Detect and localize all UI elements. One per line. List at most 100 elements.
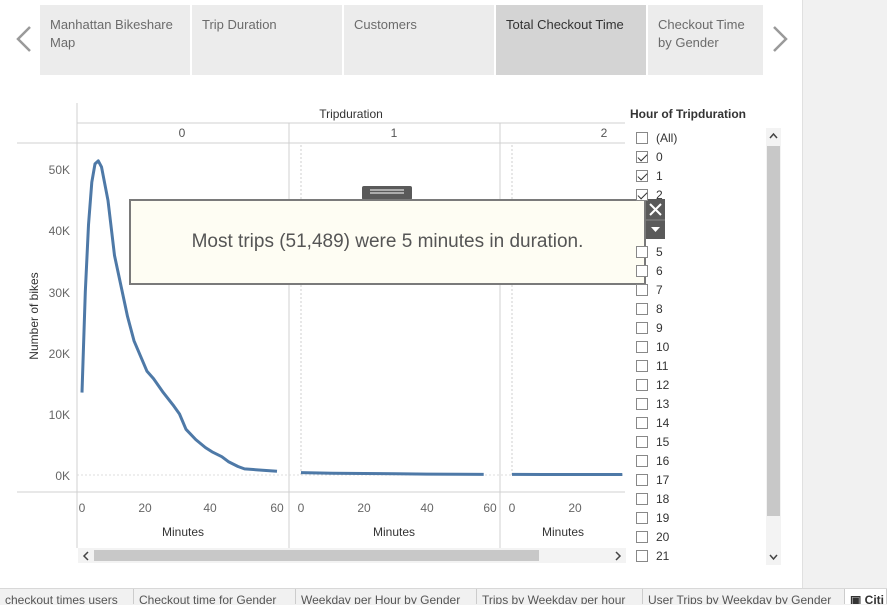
checkbox-unchecked[interactable] xyxy=(636,322,648,334)
filter-item-label: 15 xyxy=(656,435,669,449)
x-tick: 60 xyxy=(483,501,497,515)
story-tab-label: Checkout Time by Gender xyxy=(658,17,745,50)
filter-item-label: 17 xyxy=(656,473,669,487)
filter-item[interactable]: 19 xyxy=(636,508,669,527)
filter-item-label: 21 xyxy=(656,549,669,563)
checkbox-checked[interactable] xyxy=(636,151,648,163)
filter-scroll-thumb[interactable] xyxy=(767,146,780,516)
chevron-right-icon xyxy=(767,18,795,58)
x-tick: 0 xyxy=(79,501,86,515)
story-next-button[interactable] xyxy=(767,18,795,58)
pane-label-2: 2 xyxy=(601,126,608,140)
filter-item[interactable]: 5 xyxy=(636,242,663,261)
right-side-panel xyxy=(802,0,887,588)
checkbox-unchecked[interactable] xyxy=(636,341,648,353)
sheet-tab[interactable]: User Trips by Weekday by Gender xyxy=(643,589,845,604)
checkbox-unchecked[interactable] xyxy=(636,493,648,505)
annotation-controls xyxy=(646,199,665,239)
filter-item-label: 2 xyxy=(656,188,663,202)
checkbox-unchecked[interactable] xyxy=(636,531,648,543)
filter-item-label: 20 xyxy=(656,530,669,544)
checkbox-unchecked[interactable] xyxy=(636,265,648,277)
filter-item[interactable]: 10 xyxy=(636,337,669,356)
filter-item[interactable]: 11 xyxy=(636,356,668,375)
dropdown-arrow-icon[interactable] xyxy=(651,227,660,232)
filter-item[interactable]: 15 xyxy=(636,432,669,451)
scroll-right-icon[interactable] xyxy=(611,549,625,563)
filter-item-label: 14 xyxy=(656,416,669,430)
y-tick-0k: 0K xyxy=(55,469,70,483)
annotation-text: Most trips (51,489) were 5 minutes in du… xyxy=(129,231,646,253)
x-tick: 0 xyxy=(509,501,516,515)
checkbox-unchecked[interactable] xyxy=(636,417,648,429)
close-icon[interactable] xyxy=(650,204,661,215)
filter-item[interactable]: 18 xyxy=(636,489,669,508)
filter-item[interactable]: 6 xyxy=(636,261,663,280)
sheet-tab-label: Citi xyxy=(865,593,884,604)
checkbox-unchecked[interactable] xyxy=(636,379,648,391)
filter-item[interactable]: 2 xyxy=(636,185,663,204)
filter-item[interactable]: 0 xyxy=(636,147,663,166)
checkbox-checked[interactable] xyxy=(636,189,648,201)
chart-h-scroll-thumb[interactable] xyxy=(94,550,539,561)
filter-item[interactable]: 12 xyxy=(636,375,669,394)
sheet-tab[interactable]: Trips by Weekday per hour xyxy=(477,589,643,604)
checkbox-unchecked[interactable] xyxy=(636,303,648,315)
checkbox-unchecked[interactable] xyxy=(636,398,648,410)
scroll-down-icon[interactable] xyxy=(766,550,781,564)
filter-item[interactable]: 9 xyxy=(636,318,663,337)
filter-item[interactable]: 8 xyxy=(636,299,663,318)
sheet-tab[interactable]: Weekday per Hour by Gender xyxy=(296,589,477,604)
checkbox-unchecked[interactable] xyxy=(636,436,648,448)
checkbox-unchecked[interactable] xyxy=(636,246,648,258)
filter-item-label: 12 xyxy=(656,378,669,392)
filter-item[interactable]: 1 xyxy=(636,166,663,185)
filter-item[interactable]: (All) xyxy=(636,128,677,147)
checkbox-unchecked[interactable] xyxy=(636,455,648,467)
filter-item[interactable]: 13 xyxy=(636,394,669,413)
checkbox-checked[interactable] xyxy=(636,170,648,182)
checkbox-unchecked[interactable] xyxy=(636,132,648,144)
scroll-up-icon[interactable] xyxy=(766,129,781,143)
filter-item-label: 0 xyxy=(656,150,663,164)
sheet-tab-active[interactable]: ▣ Citi xyxy=(845,589,887,604)
filter-item-label: 8 xyxy=(656,302,663,316)
filter-item-label: 13 xyxy=(656,397,669,411)
x-axis-label: Minutes xyxy=(373,525,415,539)
checkbox-unchecked[interactable] xyxy=(636,360,648,372)
x-tick: 60 xyxy=(270,501,284,515)
filter-item[interactable]: 7 xyxy=(636,280,663,299)
x-tick: 20 xyxy=(568,501,582,515)
series-line-pane-1[interactable] xyxy=(301,473,484,475)
y-tick-50k: 50K xyxy=(49,163,70,177)
pane-label-0: 0 xyxy=(179,126,186,140)
filter-item-label: 10 xyxy=(656,340,669,354)
sheet-tab[interactable]: Checkout time for Gender xyxy=(134,589,296,604)
filter-item-label: 16 xyxy=(656,454,669,468)
y-tick-40k: 40K xyxy=(49,224,70,238)
filter-item-label: 7 xyxy=(656,283,663,297)
filter-item[interactable]: 17 xyxy=(636,470,669,489)
y-tick-20k: 20K xyxy=(49,347,70,361)
x-tick: 40 xyxy=(203,501,217,515)
filter-item[interactable]: 20 xyxy=(636,527,669,546)
filter-item-label: 9 xyxy=(656,321,663,335)
x-tick: 40 xyxy=(420,501,434,515)
sheet-tab[interactable]: checkout times users xyxy=(0,589,134,604)
filter-item[interactable]: 16 xyxy=(636,451,669,470)
story-tab-checkout-gender[interactable]: Checkout Time by Gender xyxy=(648,5,763,75)
filter-item-label: 19 xyxy=(656,511,669,525)
checkbox-unchecked[interactable] xyxy=(636,284,648,296)
x-axis-label: Minutes xyxy=(542,525,584,539)
checkbox-unchecked[interactable] xyxy=(636,512,648,524)
filter-item-label: 5 xyxy=(656,245,663,259)
x-tick: 20 xyxy=(138,501,152,515)
sheet-tab-label: User Trips by Weekday by Gender xyxy=(648,593,831,604)
checkbox-unchecked[interactable] xyxy=(636,474,648,486)
pane-label-1: 1 xyxy=(391,126,398,140)
story-icon: ▣ xyxy=(850,593,865,604)
scroll-left-icon[interactable] xyxy=(79,549,93,563)
checkbox-unchecked[interactable] xyxy=(636,550,648,562)
filter-item[interactable]: 14 xyxy=(636,413,669,432)
filter-item[interactable]: 21 xyxy=(636,546,669,565)
